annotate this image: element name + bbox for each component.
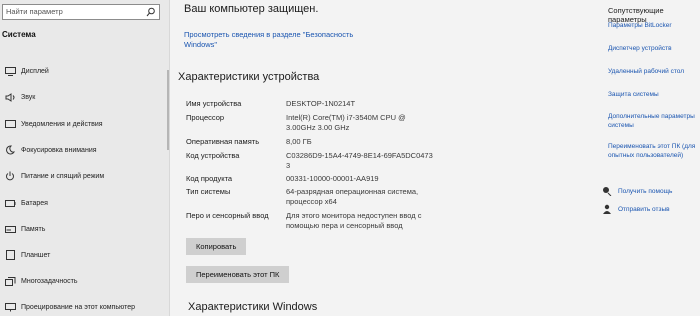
spec-label: Код устройства	[186, 151, 240, 160]
related-settings: Сопутствующие параметры Параметры BitLoc…	[602, 0, 700, 316]
search-input[interactable]: Найти параметр	[2, 4, 160, 20]
notifications-icon	[3, 118, 17, 130]
sidebar-item-label: Память	[21, 225, 46, 233]
spec-value: C03286D9-15A4-4749-8E14-69FA5DC0473 3	[286, 151, 433, 170]
section-title: Система	[2, 30, 36, 39]
sidebar-item-focus-assist[interactable]: Фокусировка внимания	[0, 141, 168, 159]
spec-value: DESKTOP-1N0214T	[286, 99, 356, 108]
send-feedback-link[interactable]: Отправить отзыв	[602, 204, 670, 214]
spec-value: 8,00 ГБ	[286, 137, 312, 146]
sidebar-item-battery[interactable]: Батарея	[0, 194, 168, 212]
sidebar: Найти параметр Система Дисплей Звук Увед…	[0, 0, 170, 316]
sidebar-item-label: Батарея	[21, 199, 48, 207]
sidebar-item-power[interactable]: Питание и спящий режим	[0, 167, 168, 185]
sidebar-item-display[interactable]: Дисплей	[0, 62, 168, 80]
spec-value: 00331-10000-00001-AA919	[286, 174, 379, 183]
rename-pc-button[interactable]: Переименовать этот ПК	[186, 266, 290, 283]
sidebar-item-label: Звук	[21, 93, 36, 101]
sidebar-item-label: Планшет	[21, 251, 51, 259]
sidebar-item-label: Уведомления и действия	[21, 120, 103, 128]
spec-label: Оперативная память	[186, 137, 260, 146]
spec-value: Intel(R) Core(TM) i7-3540M CPU @ 3.00GHz…	[286, 113, 406, 132]
windows-specs-heading: Характеристики Windows	[188, 301, 318, 313]
sound-icon	[3, 91, 17, 103]
search-icon[interactable]	[146, 7, 156, 17]
tablet-icon	[3, 249, 17, 261]
windows-security-link[interactable]: Просмотреть сведения в разделе "Безопасн…	[184, 30, 384, 50]
spec-label: Тип системы	[186, 187, 231, 196]
storage-icon	[3, 223, 17, 235]
send-feedback-label: Отправить отзыв	[618, 205, 670, 213]
spec-value: Для этого монитора недоступен ввод с пом…	[286, 211, 422, 230]
sidebar-item-label: Питание и спящий режим	[21, 172, 105, 180]
sidebar-item-label: Дисплей	[21, 67, 49, 75]
advanced-system-settings-link[interactable]: Дополнительные параметры системы	[608, 112, 700, 130]
spec-value: 64-разрядная операционная система, проце…	[286, 187, 419, 206]
focus-assist-icon	[3, 144, 17, 156]
spec-label: Перо и сенсорный ввод	[186, 211, 269, 220]
get-help-label: Получить помощь	[618, 187, 673, 195]
spec-label: Процессор	[186, 113, 225, 122]
help-icon	[602, 186, 612, 196]
device-specs-heading: Характеристики устройства	[178, 71, 320, 83]
sidebar-item-label: Фокусировка внимания	[21, 146, 97, 154]
sidebar-item-sound[interactable]: Звук	[0, 88, 168, 106]
sidebar-scrollbar[interactable]	[167, 70, 169, 150]
system-protection-link[interactable]: Защита системы	[608, 90, 700, 99]
copy-button[interactable]: Копировать	[186, 238, 247, 255]
spec-label: Код продукта	[186, 174, 233, 183]
device-manager-link[interactable]: Диспетчер устройств	[608, 44, 700, 53]
remote-desktop-link[interactable]: Удаленный рабочий стол	[608, 67, 700, 76]
bitlocker-settings-link[interactable]: Параметры BitLocker	[608, 21, 700, 30]
get-help-link[interactable]: Получить помощь	[602, 186, 672, 196]
sidebar-item-multitasking[interactable]: Многозадачность	[0, 272, 168, 290]
battery-icon	[3, 197, 17, 209]
sidebar-item-label: Проецирование на этот компьютер	[21, 303, 135, 311]
spec-label: Имя устройства	[186, 99, 242, 108]
rename-pc-advanced-link[interactable]: Переименовать этот ПК (для опытных польз…	[608, 142, 700, 160]
sidebar-item-projecting[interactable]: Проецирование на этот компьютер	[0, 298, 168, 316]
feedback-icon	[602, 204, 612, 214]
projecting-icon	[3, 301, 17, 313]
sidebar-item-notifications[interactable]: Уведомления и действия	[0, 115, 168, 133]
sidebar-item-storage[interactable]: Память	[0, 220, 168, 238]
sidebar-item-tablet[interactable]: Планшет	[0, 246, 168, 264]
main-content: Ваш компьютер защищен. Просмотреть сведе…	[172, 0, 592, 316]
multitasking-icon	[3, 275, 17, 287]
search-placeholder: Найти параметр	[6, 7, 63, 16]
display-icon	[3, 65, 17, 77]
power-icon	[3, 170, 17, 182]
sidebar-item-label: Многозадачность	[21, 277, 78, 285]
protection-status-title: Ваш компьютер защищен.	[184, 3, 319, 15]
